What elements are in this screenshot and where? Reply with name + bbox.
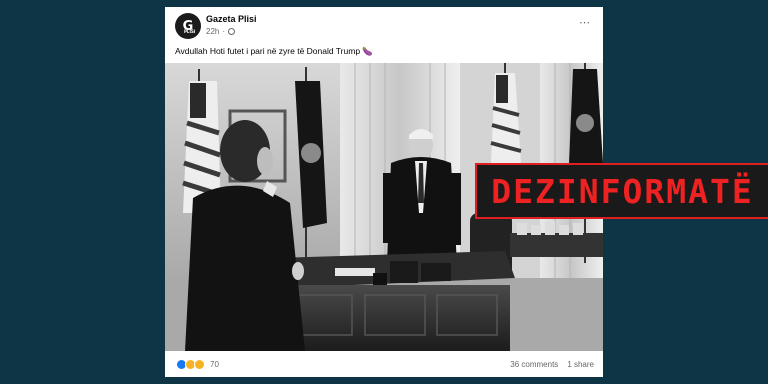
disinformation-stamp: DEZINFORMATË	[475, 163, 768, 219]
resolute-desk	[275, 251, 515, 351]
avatar-sub: PLISI	[184, 29, 196, 34]
more-options-icon[interactable]: ⋯	[579, 16, 591, 29]
page-avatar[interactable]: G PLISI	[175, 13, 201, 39]
reaction-count: 70	[210, 360, 219, 369]
post-stats: 36 comments 1 share	[510, 360, 594, 369]
post-timestamp[interactable]: 22h	[206, 27, 219, 36]
post-caption: Avdullah Hoti futet i pari në zyre të Do…	[175, 46, 373, 56]
post-footer: 70 36 comments 1 share	[165, 351, 603, 377]
post-meta: 22h ·	[206, 27, 236, 36]
page-name-link[interactable]: Gazeta Plisi	[206, 14, 257, 24]
disinformation-label: DEZINFORMATË	[491, 171, 754, 211]
page: { "post": { "page_name": "Gazeta Plisi",…	[0, 0, 768, 384]
globe-icon	[228, 28, 236, 35]
shares-link[interactable]: 1 share	[567, 360, 594, 369]
post-header: G PLISI Gazeta Plisi 22h · ⋯	[165, 7, 603, 45]
wow-reaction-icon	[194, 359, 205, 370]
comments-link[interactable]: 36 comments	[510, 360, 558, 369]
reaction-summary[interactable]: 70	[176, 359, 219, 370]
